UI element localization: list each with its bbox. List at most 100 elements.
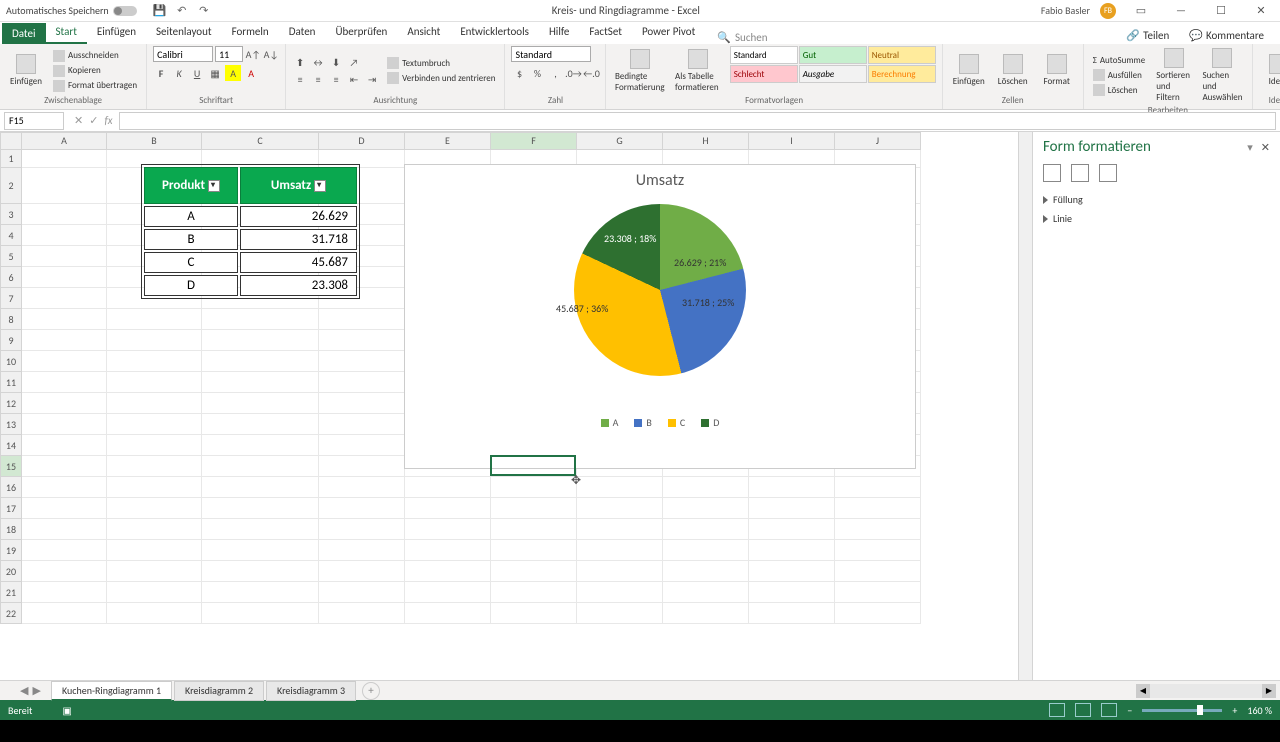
conditional-formatting-button[interactable]: Bedingte Formatierung (612, 46, 667, 95)
table-cell[interactable]: 45.687 (240, 252, 357, 273)
page-break-view-icon[interactable] (1101, 703, 1117, 717)
row-header[interactable]: 22 (0, 603, 22, 624)
clear-button[interactable]: Löschen (1090, 83, 1148, 97)
table-cell[interactable]: 23.308 (240, 275, 357, 296)
row-header[interactable]: 3 (0, 204, 22, 225)
sheet-tab[interactable]: Kuchen-Ringdiagramm 1 (51, 681, 172, 701)
italic-icon[interactable]: K (171, 65, 187, 81)
enter-formula-icon[interactable]: ✓ (89, 114, 98, 127)
add-sheet-button[interactable]: + (362, 682, 380, 700)
col-header[interactable]: G (577, 132, 663, 150)
row-header[interactable]: 5 (0, 246, 22, 267)
undo-icon[interactable]: ↶ (175, 4, 189, 18)
copy-button[interactable]: Kopieren (50, 64, 140, 78)
col-header[interactable]: C (202, 132, 319, 150)
cancel-formula-icon[interactable]: ✕ (74, 114, 83, 127)
paste-button[interactable]: Einfügen (6, 46, 46, 95)
row-header[interactable]: 8 (0, 309, 22, 330)
row-header[interactable]: 16 (0, 477, 22, 498)
indent-dec-icon[interactable]: ⇤ (346, 71, 362, 87)
row-header[interactable]: 21 (0, 582, 22, 603)
currency-icon[interactable]: $ (511, 65, 527, 81)
row-header[interactable]: 2 (0, 168, 22, 204)
autosum-button[interactable]: ΣAutoSumme (1090, 54, 1148, 67)
fill-line-icon[interactable] (1043, 164, 1061, 182)
tab-factset[interactable]: FactSet (579, 21, 632, 44)
redo-icon[interactable]: ↷ (197, 4, 211, 18)
decimal-inc-icon[interactable]: .0→ (565, 65, 581, 81)
indent-inc-icon[interactable]: ⇥ (364, 71, 380, 87)
close-icon[interactable]: ✕ (1246, 1, 1276, 21)
pie-chart[interactable]: Umsatz 26.629 ; 21% 31.718 ; 25% 45.687 … (404, 164, 916, 469)
tab-power pivot[interactable]: Power Pivot (632, 21, 705, 44)
sheet-tab[interactable]: Kreisdiagramm 2 (174, 681, 264, 701)
sheet-tab[interactable]: Kreisdiagramm 3 (266, 681, 356, 701)
table-header-umsatz[interactable]: Umsatz (240, 167, 357, 204)
formula-bar[interactable] (119, 112, 1276, 130)
row-header[interactable]: 19 (0, 540, 22, 561)
row-header[interactable]: 15 (0, 456, 22, 477)
font-size-select[interactable] (215, 46, 243, 62)
table-cell[interactable]: C (144, 252, 238, 273)
row-header[interactable]: 11 (0, 372, 22, 393)
comma-icon[interactable]: , (547, 65, 563, 81)
record-macro-icon[interactable]: ▣ (62, 704, 71, 717)
tab-start[interactable]: Start (46, 21, 87, 44)
row-header[interactable]: 9 (0, 330, 22, 351)
filter-icon[interactable] (208, 180, 220, 192)
row-header[interactable]: 1 (0, 150, 22, 168)
border-icon[interactable]: ▦ (207, 65, 223, 81)
align-middle-icon[interactable]: ↔ (310, 54, 326, 70)
row-header[interactable]: 18 (0, 519, 22, 540)
fill-button[interactable]: Ausfüllen (1090, 68, 1148, 82)
style-ausgabe[interactable]: Ausgabe (799, 65, 867, 83)
format-painter-button[interactable]: Format übertragen (50, 79, 140, 93)
font-name-select[interactable] (153, 46, 213, 62)
align-top-icon[interactable]: ⬆ (292, 54, 308, 70)
sheet-next-icon[interactable]: ▶ (32, 684, 40, 697)
decrease-font-icon[interactable]: A↓ (263, 46, 279, 62)
zoom-out-icon[interactable]: − (1127, 704, 1132, 717)
number-format-select[interactable] (511, 46, 591, 62)
vertical-scrollbar[interactable] (1018, 132, 1032, 680)
ribbon-options-icon[interactable]: ▭ (1126, 1, 1156, 21)
style-berechnung[interactable]: Berechnung (868, 65, 936, 83)
format-cells-button[interactable]: Format (1037, 46, 1077, 95)
percent-icon[interactable]: % (529, 65, 545, 81)
table-cell[interactable]: 26.629 (240, 206, 357, 227)
row-header[interactable]: 7 (0, 288, 22, 309)
font-color-icon[interactable]: A (243, 65, 259, 81)
align-right-icon[interactable]: ≡ (328, 71, 344, 87)
normal-view-icon[interactable] (1049, 703, 1065, 717)
style-neutral[interactable]: Neutral (868, 46, 936, 64)
decimal-dec-icon[interactable]: ←.0 (583, 65, 599, 81)
tab-überprüfen[interactable]: Überprüfen (325, 21, 397, 44)
zoom-in-icon[interactable]: + (1232, 704, 1237, 717)
col-header[interactable]: D (319, 132, 405, 150)
tell-me-search[interactable]: 🔍 Suchen (717, 31, 767, 44)
col-header[interactable]: B (107, 132, 202, 150)
row-header[interactable]: 17 (0, 498, 22, 519)
sort-filter-button[interactable]: Sortieren und Filtern (1152, 46, 1195, 105)
style-standard[interactable]: Standard (730, 46, 798, 64)
fill-color-icon[interactable]: A (225, 65, 241, 81)
row-header[interactable]: 14 (0, 435, 22, 456)
ideas-button[interactable]: Ideen (1259, 46, 1280, 95)
zoom-slider[interactable] (1142, 709, 1222, 712)
col-header[interactable]: F (491, 132, 577, 150)
fx-icon[interactable]: fx (104, 114, 112, 127)
col-header[interactable]: E (405, 132, 491, 150)
align-left-icon[interactable]: ≡ (292, 71, 308, 87)
row-header[interactable]: 12 (0, 393, 22, 414)
row-header[interactable]: 4 (0, 225, 22, 246)
tab-formeln[interactable]: Formeln (222, 21, 279, 44)
bold-icon[interactable]: F (153, 65, 169, 81)
name-box[interactable]: F15 (4, 112, 64, 130)
row-header[interactable]: 6 (0, 267, 22, 288)
cut-button[interactable]: Ausschneiden (50, 49, 140, 63)
style-schlecht[interactable]: Schlecht (730, 65, 798, 83)
insert-cells-button[interactable]: Einfügen (949, 46, 989, 95)
tab-seitenlayout[interactable]: Seitenlayout (146, 21, 222, 44)
merge-center-button[interactable]: Verbinden und zentrieren (384, 71, 498, 85)
tab-ansicht[interactable]: Ansicht (397, 21, 450, 44)
